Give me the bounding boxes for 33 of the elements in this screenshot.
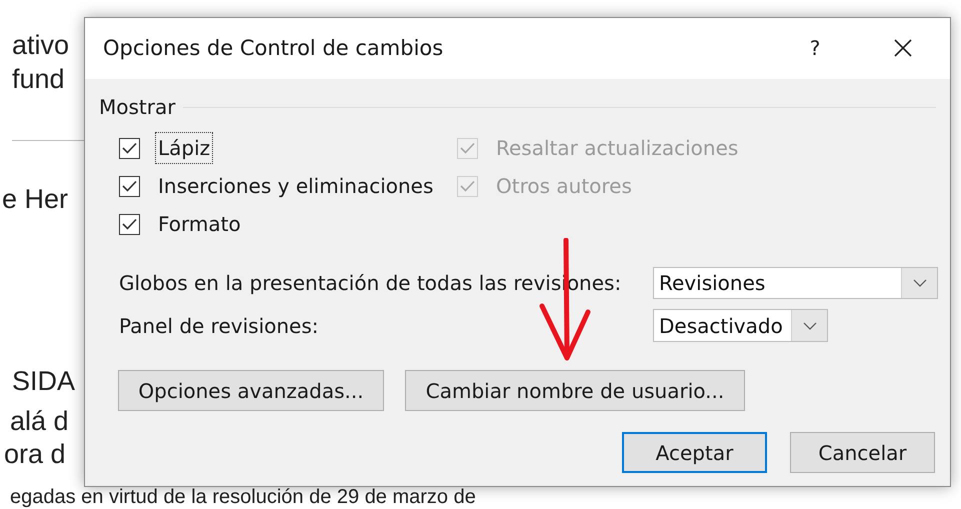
checkmark-icon (122, 142, 137, 154)
checkbox[interactable] (119, 138, 140, 158)
document-text: alá d (10, 406, 69, 436)
document-text: SIDA (12, 366, 76, 396)
checkmark-icon (460, 180, 475, 192)
chevron-down-icon (912, 279, 926, 287)
document-text: ora d (4, 439, 66, 469)
document-text: ativo (12, 30, 70, 60)
window-title: Opciones de Control de cambios (103, 34, 444, 62)
checkbox-label: Lápiz (156, 133, 212, 163)
dropdown[interactable]: Desactivado (653, 309, 828, 342)
dropdown[interactable]: Revisiones (653, 267, 938, 299)
dialog-button[interactable]: Aceptar (622, 432, 767, 473)
option-button[interactable]: Opciones avanzadas... (118, 370, 384, 411)
dialog-button[interactable]: Cancelar (790, 432, 935, 473)
group-label: Mostrar (99, 94, 176, 121)
document-text: egadas en virtud de la resolución de 29 de marzo de (10, 487, 476, 507)
checkbox-label: Resaltar actualizaciones (495, 135, 740, 162)
close-icon (893, 38, 913, 58)
checkmark-icon (122, 218, 137, 230)
chevron-down-icon (802, 322, 816, 330)
checkbox-label: Otros autores (495, 173, 633, 200)
checkbox[interactable] (119, 214, 140, 234)
checkbox-label: Inserciones y eliminaciones (157, 173, 434, 200)
checkbox-label: Formato (157, 211, 242, 238)
field-label: Panel de revisiones: (119, 314, 319, 338)
document-text: e Her (2, 184, 68, 214)
document-text: fund (12, 64, 65, 94)
checkmark-icon (122, 180, 137, 192)
checkbox[interactable] (119, 176, 140, 196)
option-button[interactable]: Cambiar nombre de usuario... (405, 370, 745, 411)
help-button[interactable]: ? (803, 32, 827, 64)
checkmark-icon (460, 142, 475, 154)
